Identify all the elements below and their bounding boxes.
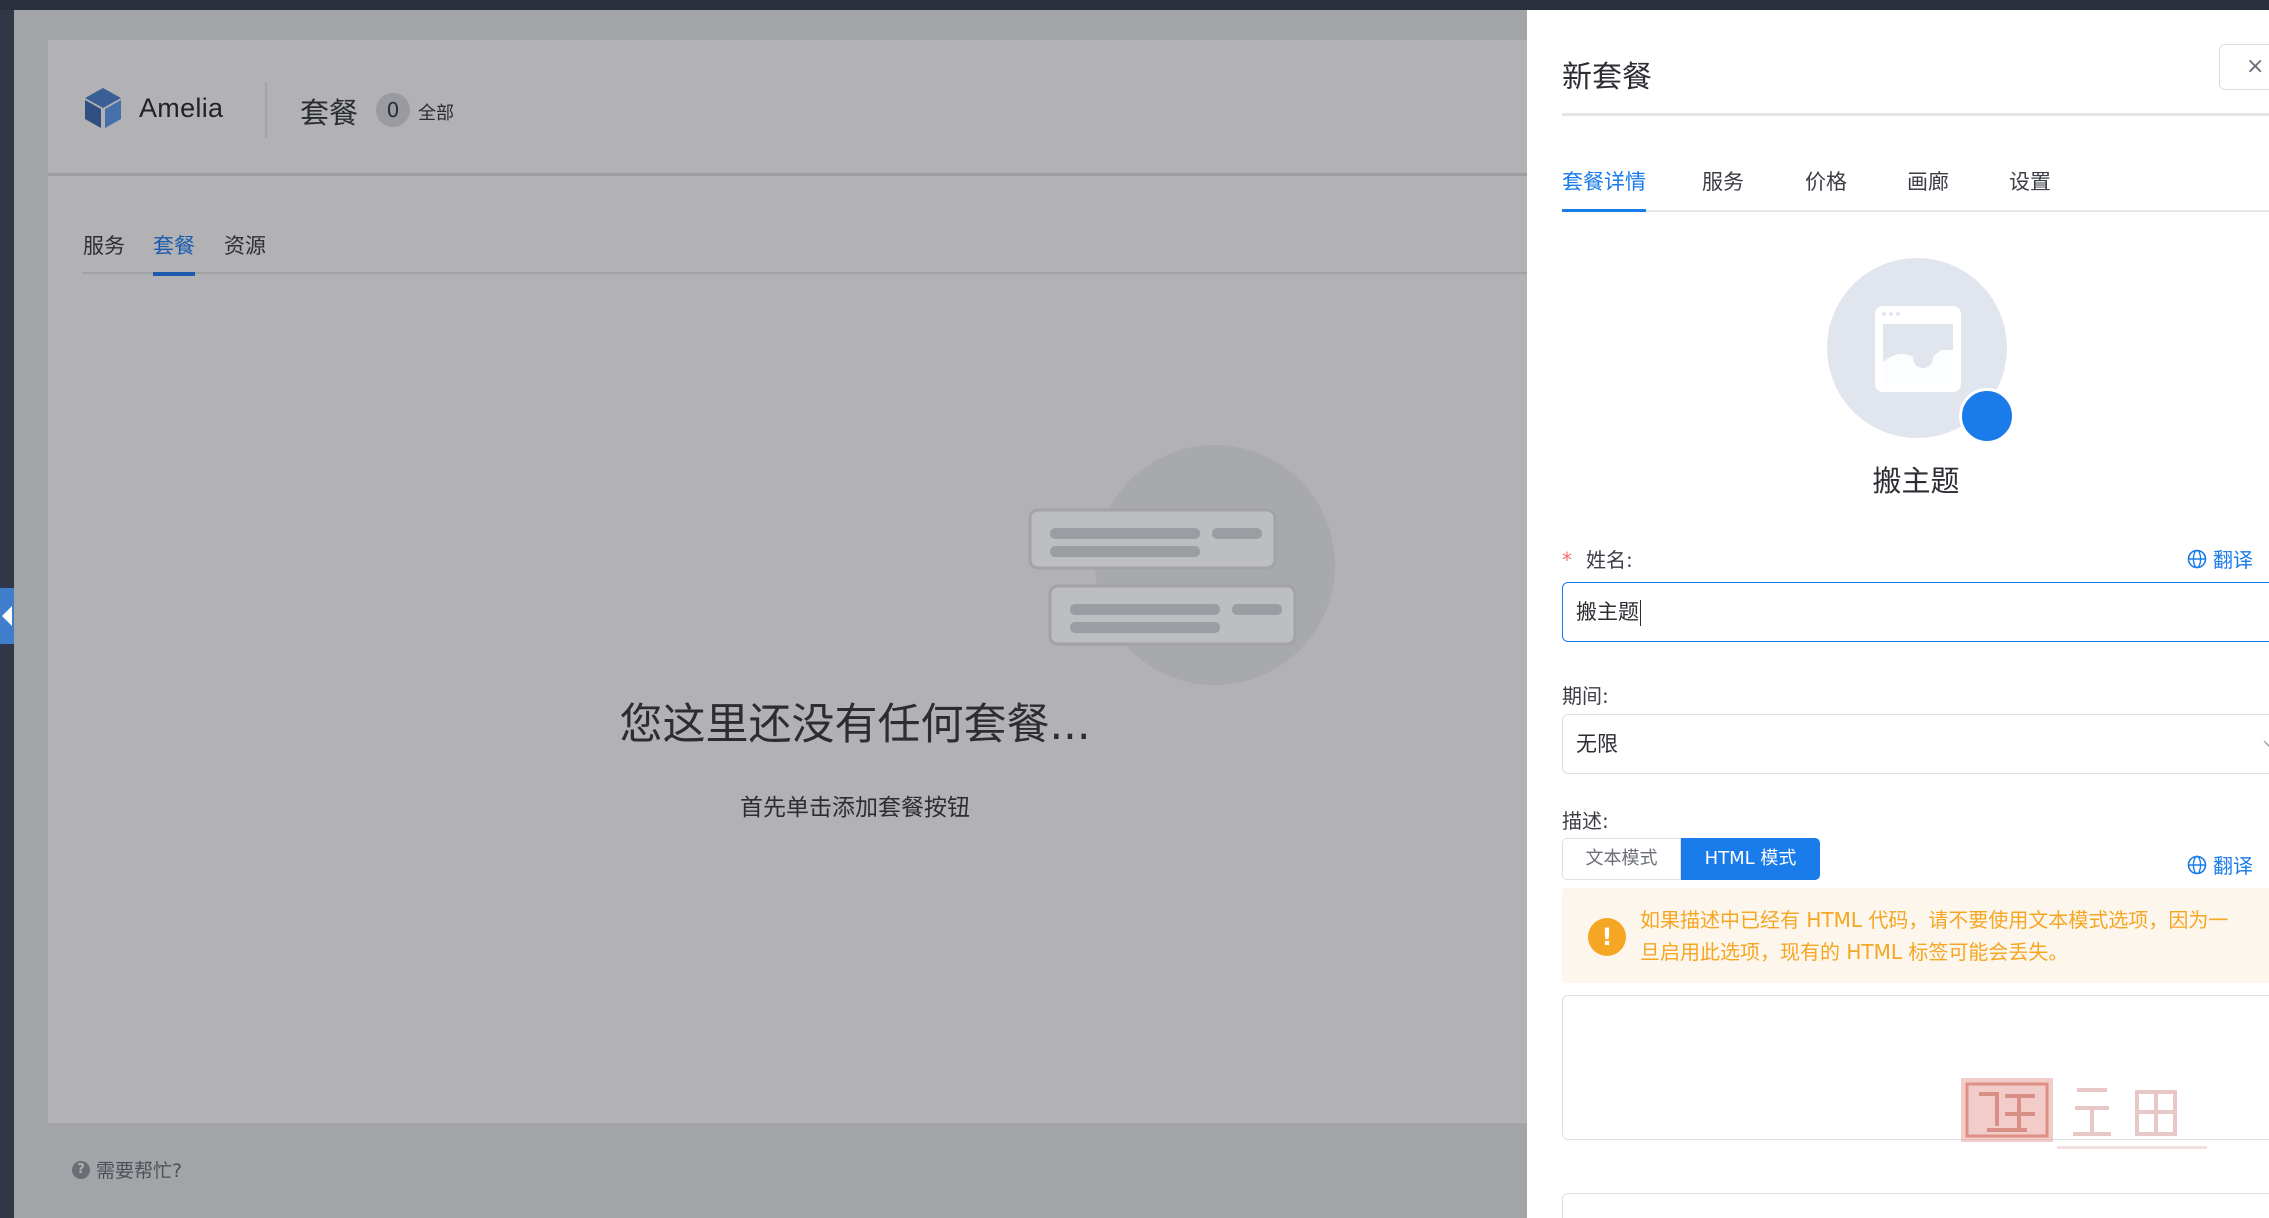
name-input-value: 搬主题 — [1576, 600, 1639, 624]
drawer-tabs: 套餐详情 服务 价格 画廊 设置 — [1562, 160, 2269, 212]
brand: Amelia — [83, 85, 223, 131]
description-mode-toggle: 文本模式 HTML 模式 — [1562, 838, 1820, 880]
duration-select-value: 无限 — [1576, 732, 1618, 756]
drawer-title-divider — [1562, 113, 2269, 116]
required-mark: * — [1562, 548, 1572, 572]
drawer-title: 新套餐 — [1562, 60, 1652, 95]
page-title: 套餐 — [300, 96, 359, 130]
text-mode-button[interactable]: 文本模式 — [1562, 838, 1681, 880]
question-circle-icon: ? — [72, 1160, 90, 1179]
package-count-badge: 0 — [376, 93, 410, 127]
tab-gallery[interactable]: 画廊 — [1907, 166, 1949, 210]
close-icon: × — [2246, 54, 2265, 79]
package-preview-name: 搬主题 — [1872, 464, 1960, 498]
tab-package-details[interactable]: 套餐详情 — [1562, 166, 1646, 212]
duration-select[interactable]: 无限 — [1562, 714, 2269, 774]
next-field-input[interactable] — [1562, 1193, 2269, 1218]
description-field-label: 描述: — [1562, 809, 1609, 833]
amelia-logo-icon — [85, 88, 121, 128]
text-caret — [1640, 600, 1641, 626]
name-input[interactable]: 搬主题 — [1562, 582, 2269, 642]
help-link[interactable]: ? 需要帮忙? — [72, 1156, 182, 1183]
name-label-text: 姓名: — [1586, 548, 1633, 572]
site-watermark-logo — [1961, 1078, 2207, 1149]
section-tabs: 服务 套餐 资源 — [83, 230, 1527, 276]
translate-label: 翻译 — [2213, 854, 2253, 878]
html-mode-button[interactable]: HTML 模式 — [1681, 838, 1820, 880]
new-package-drawer: 新套餐 × 套餐详情 服务 价格 画廊 设置 搬主题 * 姓名: 翻译 搬主题 … — [1527, 10, 2269, 1218]
translate-label: 翻译 — [2213, 548, 2253, 572]
empty-state-illustration — [1028, 445, 1335, 685]
brand-name: Amelia — [139, 92, 224, 123]
header-divider — [265, 82, 267, 138]
main-workspace-overlay[interactable]: Amelia 套餐 0 全部 服务 套餐 资源 您这里还没有任何套餐... 首先… — [14, 10, 1527, 1218]
warning-icon: ! — [1588, 918, 1626, 956]
translate-name-button[interactable]: 翻译 — [2187, 544, 2253, 573]
tab-pricing[interactable]: 价格 — [1805, 166, 1847, 210]
tab-packages[interactable]: 套餐 — [153, 230, 195, 276]
help-label: 需要帮忙? — [96, 1160, 183, 1182]
package-image-upload[interactable] — [1827, 258, 2017, 448]
tab-settings[interactable]: 设置 — [2009, 166, 2051, 210]
translate-description-button[interactable]: 翻译 — [2187, 850, 2253, 879]
empty-state-title: 您这里还没有任何套餐... — [619, 700, 1091, 750]
html-warning-alert: ! 如果描述中已经有 HTML 代码，请不要使用文本模式选项，因为一旦启用此选项… — [1562, 888, 2269, 983]
sidebar-collapse-toggle[interactable] — [0, 588, 14, 644]
tab-services[interactable]: 服务 — [83, 230, 125, 274]
globe-icon — [2187, 855, 2207, 874]
close-button[interactable]: × — [2219, 44, 2269, 90]
html-warning-text: 如果描述中已经有 HTML 代码，请不要使用文本模式选项，因为一旦启用此选项，现… — [1640, 908, 2229, 964]
name-field-label: * 姓名: — [1562, 544, 1633, 573]
package-count-label: 全部 — [418, 103, 454, 124]
duration-field-label: 期间: — [1562, 684, 1609, 708]
packages-card: Amelia 套餐 0 全部 服务 套餐 资源 您这里还没有任何套餐... 首先… — [48, 40, 1527, 1123]
window-top-strip — [0, 0, 2269, 10]
globe-icon — [2187, 549, 2207, 568]
tab-resources[interactable]: 资源 — [224, 230, 266, 274]
tab-drawer-services[interactable]: 服务 — [1702, 166, 1744, 210]
page-header: Amelia 套餐 0 全部 — [48, 40, 1527, 176]
empty-state-subtitle: 首先单击添加套餐按钮 — [740, 795, 970, 821]
chevron-down-icon — [2263, 740, 2269, 748]
upload-image-button[interactable] — [1959, 388, 2015, 444]
